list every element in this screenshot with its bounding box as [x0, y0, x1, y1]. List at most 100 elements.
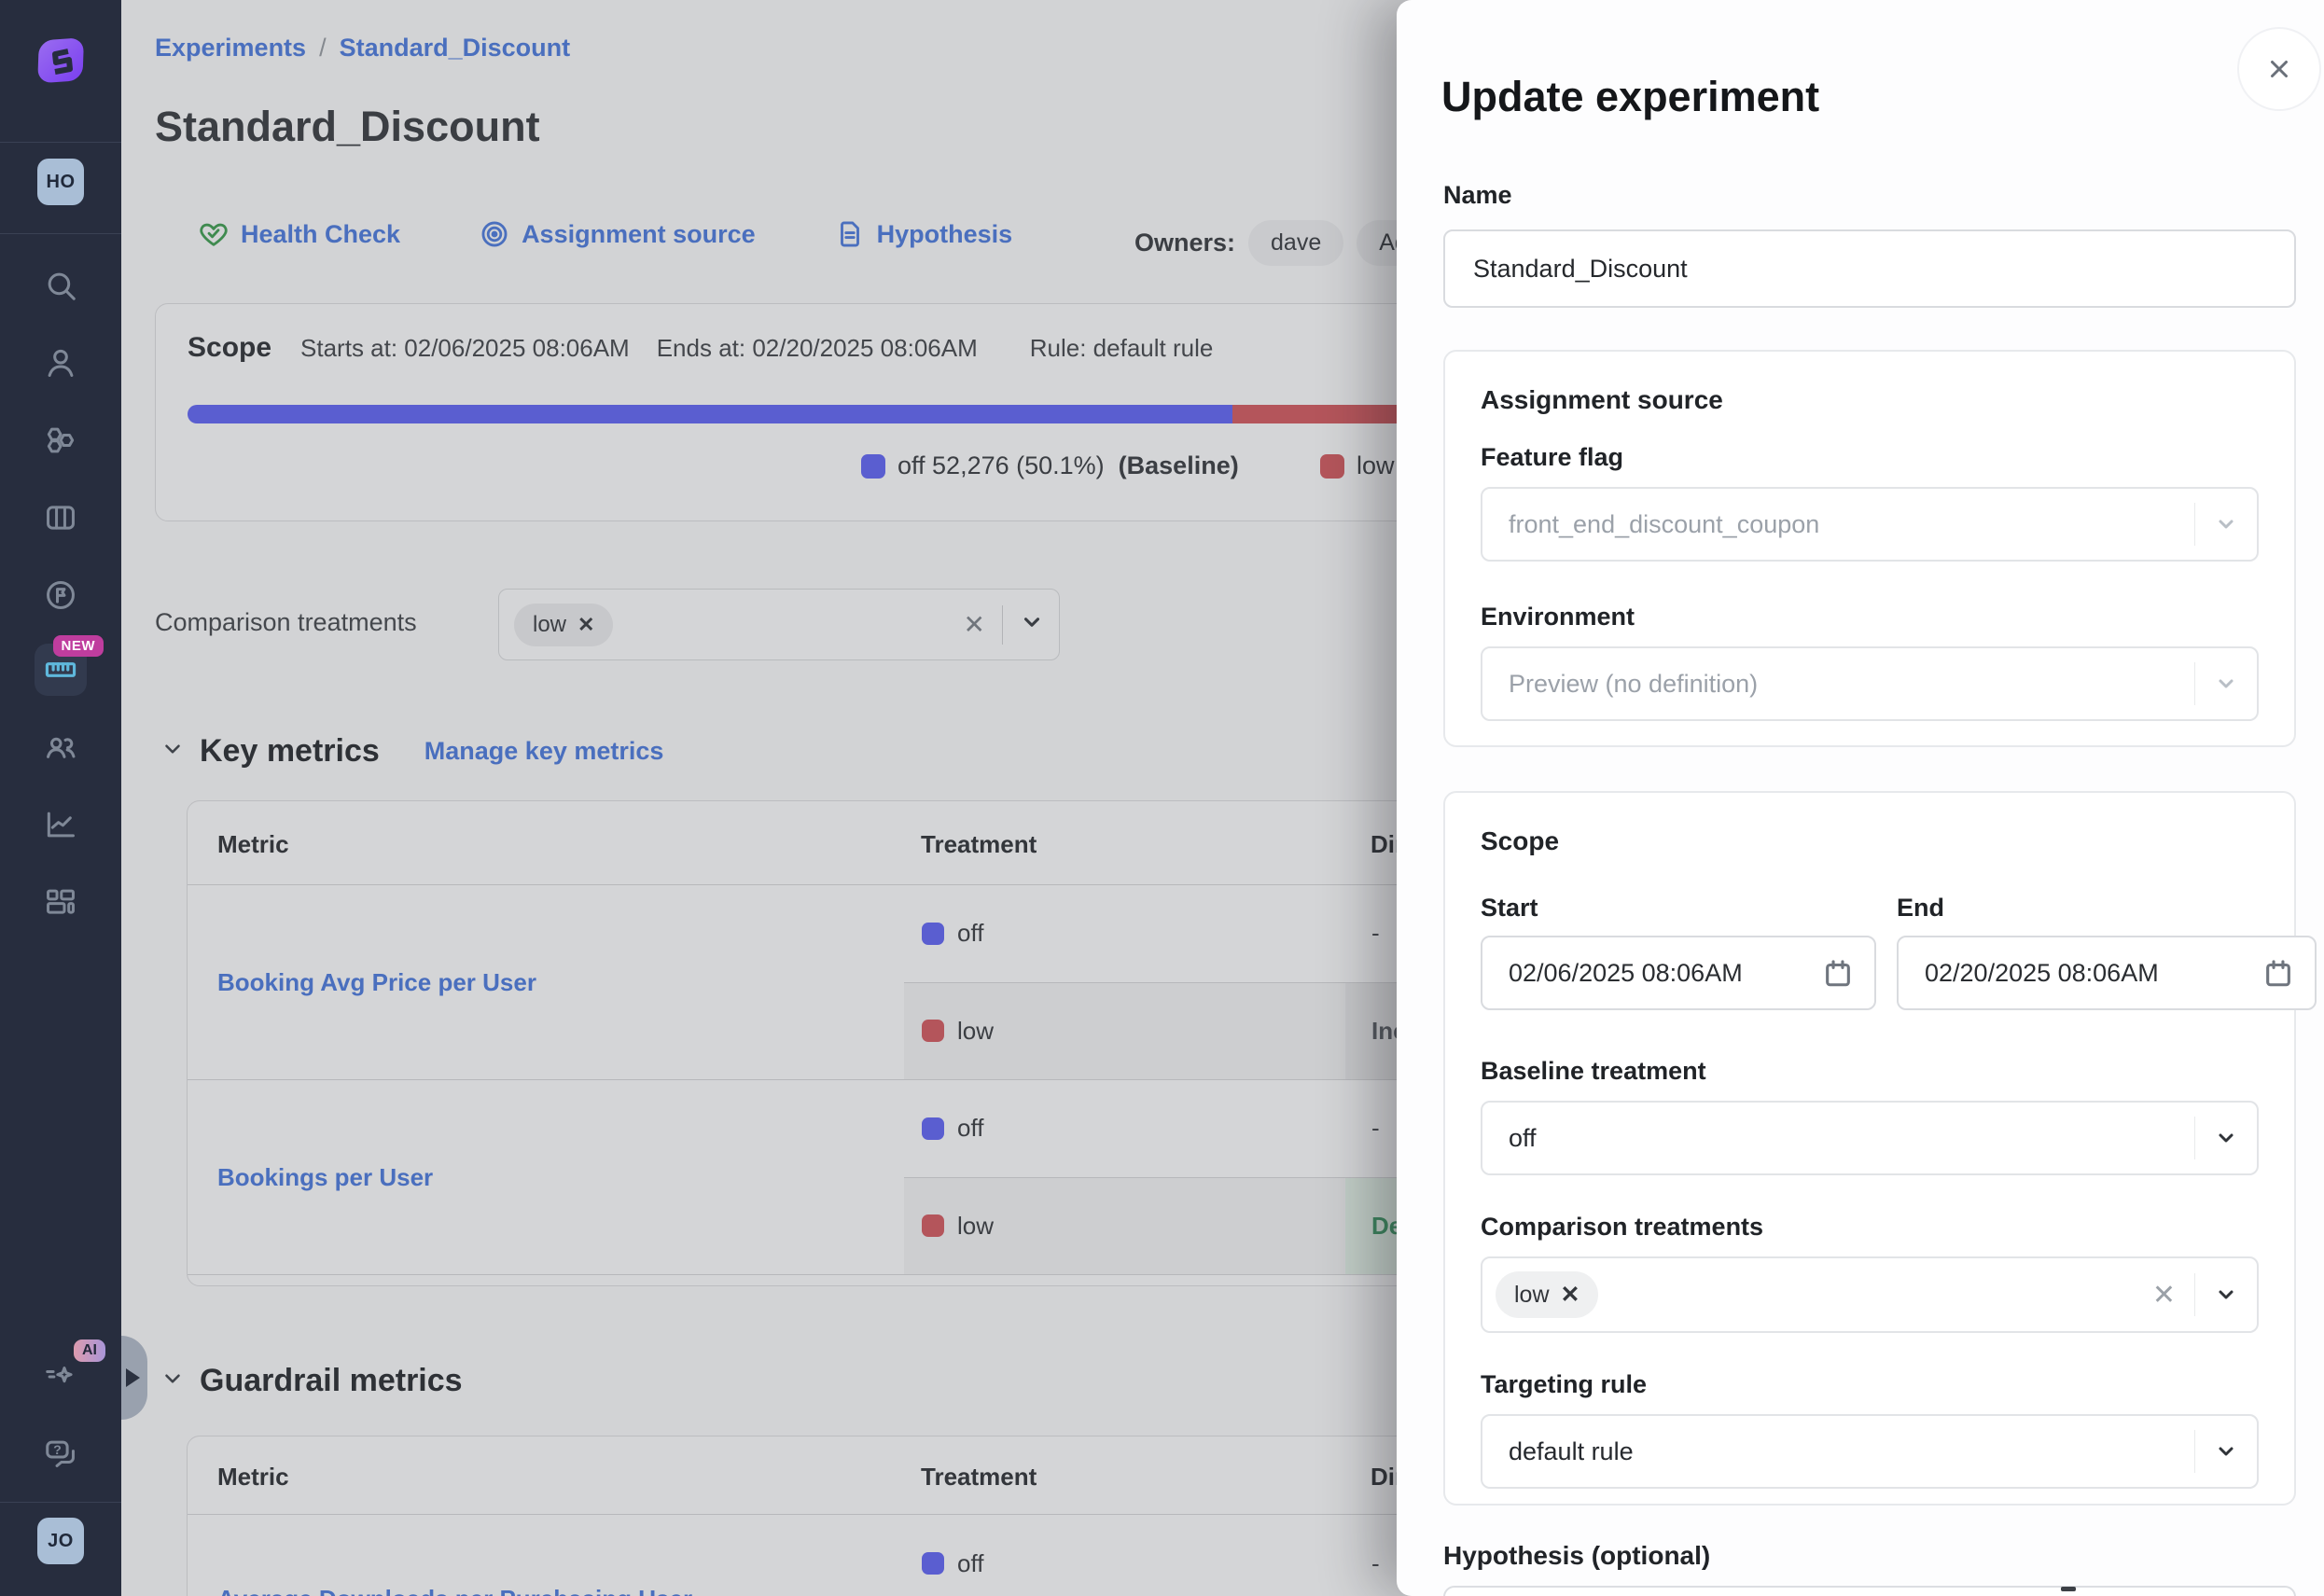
panel-title: Update experiment: [1441, 73, 1819, 121]
treatment-chip-low[interactable]: low ✕: [1496, 1271, 1598, 1318]
start-date-input[interactable]: 02/06/2025 08:06AM: [1481, 936, 1876, 1010]
breadcrumb-separator: /: [319, 34, 327, 62]
treatment-swatch-low: [922, 1020, 944, 1042]
scope-card: Scope Start 02/06/2025 08:06AM End 02/20…: [1443, 791, 2296, 1506]
start-date-value: 02/06/2025 08:06AM: [1482, 959, 1822, 988]
bar-segment-off: [188, 405, 1232, 423]
key-metrics-title: Key metrics: [200, 733, 380, 770]
hypothesis-label: Hypothesis: [877, 220, 1013, 249]
screen: HO NEW: [0, 0, 2324, 1596]
sidebar-divider: [0, 233, 121, 234]
treatment-name: off: [957, 1549, 983, 1578]
target-icon: [479, 218, 510, 250]
legend-label-off: off 52,276 (50.1%): [898, 451, 1105, 480]
feature-flag-label: Feature flag: [1481, 443, 2259, 472]
chevron-down-icon[interactable]: [2195, 1284, 2257, 1306]
legend-swatch-low: [1320, 454, 1344, 479]
sidebar-item-audiences[interactable]: [35, 721, 87, 773]
feature-flag-select[interactable]: front_end_discount_coupon: [1481, 487, 2259, 562]
treatment-chip-label: low: [533, 612, 566, 638]
comparison-treatments-label: Comparison treatments: [1481, 1213, 2259, 1242]
hypothesis-label: Hypothesis (optional): [1443, 1541, 1710, 1571]
sidebar-divider: [0, 142, 121, 143]
user-avatar[interactable]: JO: [37, 1518, 84, 1564]
scope-starts-at: Starts at: 02/06/2025 08:06AM: [300, 334, 630, 363]
sidebar-item-metrics[interactable]: [35, 798, 87, 851]
treatment-chip-label: low: [1514, 1282, 1550, 1309]
baseline-treatment-value: off: [1482, 1124, 2194, 1153]
header-links: Health Check Assignment source Hypothesi…: [198, 218, 1012, 250]
sidebar-item-users[interactable]: [35, 337, 87, 389]
baseline-treatment-select[interactable]: off: [1481, 1101, 2259, 1175]
name-input[interactable]: Standard_Discount: [1443, 229, 2296, 308]
treatment-name: low: [957, 1212, 994, 1241]
close-icon: [2265, 55, 2293, 83]
col-treatment: Treatment: [921, 830, 1037, 859]
breadcrumb-experiments[interactable]: Experiments: [155, 34, 306, 62]
legend-label-low: low: [1357, 451, 1395, 480]
owners-label: Owners:: [1134, 229, 1235, 257]
col-metric: Metric: [217, 830, 289, 859]
assignment-source-title: Assignment source: [1481, 385, 2259, 415]
sidebar-item-experiments-active[interactable]: NEW: [35, 644, 87, 696]
sidebar-item-feature-flags[interactable]: [35, 569, 87, 621]
scope-banner-title: Scope: [188, 332, 271, 364]
metric-link[interactable]: Average Downloads per Purchasing User: [217, 1585, 692, 1596]
chevron-down-icon: [2195, 673, 2257, 695]
remove-chip-icon[interactable]: ✕: [578, 613, 594, 637]
health-check-link[interactable]: Health Check: [198, 218, 400, 250]
breadcrumb-current[interactable]: Standard_Discount: [340, 34, 571, 62]
baseline-treatment-label: Baseline treatment: [1481, 1057, 2259, 1086]
sidebar-item-search[interactable]: [35, 259, 87, 312]
col-treatment: Treatment: [921, 1463, 1037, 1492]
treatment-swatch-low: [922, 1214, 944, 1237]
sidebar-expand-tab[interactable]: [121, 1336, 147, 1420]
end-label: End: [1897, 894, 2317, 923]
sidebar: HO NEW: [0, 0, 121, 1596]
org-badge[interactable]: HO: [37, 159, 84, 205]
metric-link[interactable]: Booking Avg Price per User: [217, 968, 536, 997]
owner-chip[interactable]: dave: [1248, 220, 1343, 266]
manage-key-metrics-link[interactable]: Manage key metrics: [424, 737, 664, 766]
targeting-rule-value: default rule: [1482, 1437, 2194, 1466]
calendar-icon[interactable]: [1822, 957, 1854, 989]
collapse-caret-icon[interactable]: [160, 737, 185, 766]
clear-select-icon[interactable]: ✕: [964, 609, 985, 640]
chevron-right-icon: [126, 1368, 140, 1387]
chevron-down-icon[interactable]: [2195, 1440, 2257, 1463]
chevron-down-icon[interactable]: [1020, 610, 1044, 639]
sidebar-item-help[interactable]: ?: [35, 1427, 87, 1479]
assignment-source-card: Assignment source Feature flag front_end…: [1443, 350, 2296, 747]
calendar-icon[interactable]: [2262, 957, 2294, 989]
metric-link[interactable]: Bookings per User: [217, 1163, 433, 1192]
sidebar-item-columns[interactable]: [35, 492, 87, 544]
environment-select[interactable]: Preview (no definition): [1481, 646, 2259, 721]
end-date-input[interactable]: 02/20/2025 08:06AM: [1897, 936, 2317, 1010]
statsig-logo-icon[interactable]: [33, 35, 89, 88]
start-label: Start: [1481, 894, 1876, 923]
health-check-label: Health Check: [241, 220, 400, 249]
collapse-caret-icon[interactable]: [160, 1367, 185, 1395]
sidebar-item-dashboards[interactable]: [35, 876, 87, 928]
assignment-source-link[interactable]: Assignment source: [479, 218, 756, 250]
treatment-chip-low[interactable]: low ✕: [514, 604, 613, 646]
treatment-name: off: [957, 919, 983, 948]
environment-value: Preview (no definition): [1482, 670, 2194, 699]
legend-baseline-tag: (Baseline): [1119, 451, 1239, 480]
hypothesis-link[interactable]: Hypothesis: [834, 218, 1013, 250]
sidebar-item-ai-assistant[interactable]: AI: [35, 1351, 87, 1403]
targeting-rule-select[interactable]: default rule: [1481, 1414, 2259, 1489]
treatment-swatch-off: [922, 1117, 944, 1140]
chevron-down-icon[interactable]: [2195, 1127, 2257, 1149]
comparison-treatments-select[interactable]: low ✕ ✕: [498, 589, 1060, 660]
legend-item-off: off 52,276 (50.1%) (Baseline): [861, 451, 1239, 480]
clear-select-icon[interactable]: ✕: [2152, 1279, 2176, 1311]
name-value: Standard_Discount: [1473, 255, 1688, 284]
guardrail-metrics-header: Guardrail metrics: [160, 1363, 463, 1399]
close-button[interactable]: [2237, 27, 2321, 111]
sidebar-item-segments[interactable]: [35, 414, 87, 466]
hypothesis-textarea[interactable]: [1443, 1586, 2296, 1596]
comparison-treatments-multiselect[interactable]: low ✕ ✕: [1481, 1256, 2259, 1333]
remove-chip-icon[interactable]: ✕: [1561, 1281, 1580, 1309]
dashboard-grid-icon: [43, 884, 78, 920]
